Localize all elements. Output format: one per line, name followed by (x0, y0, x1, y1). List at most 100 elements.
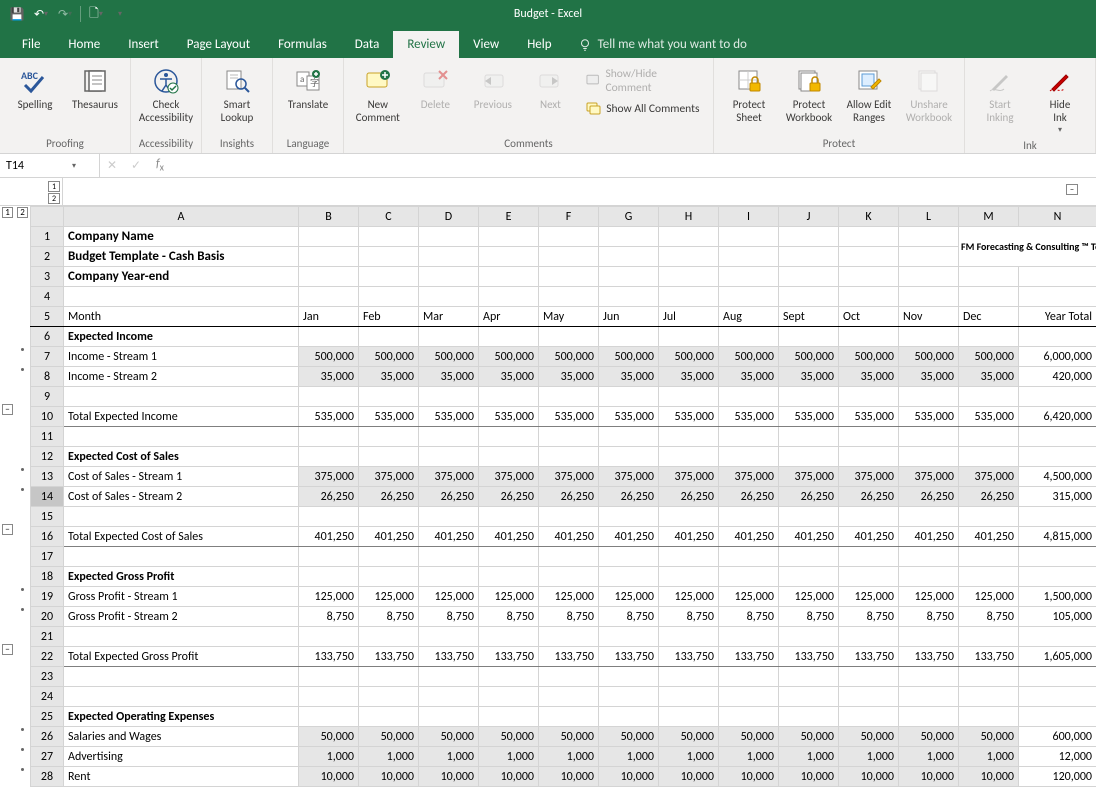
cell[interactable]: 26,250 (719, 487, 779, 507)
row-header-3[interactable]: 3 (31, 267, 64, 287)
row-header-1[interactable]: 1 (31, 227, 64, 247)
new-comment-button[interactable]: New Comment (350, 61, 406, 128)
protect-workbook-button[interactable]: Protect Workbook (780, 61, 838, 128)
cell[interactable]: 500,000 (779, 347, 839, 367)
col-header-A[interactable]: A (64, 207, 299, 227)
cell[interactable]: 133,750 (479, 647, 539, 667)
cell[interactable]: 125,000 (479, 587, 539, 607)
cell[interactable]: 1,000 (659, 747, 719, 767)
cell[interactable]: 401,250 (659, 527, 719, 547)
cell[interactable]: 125,000 (539, 587, 599, 607)
row-header-24[interactable]: 24 (31, 687, 64, 707)
cell-total[interactable]: 4,500,000 (1019, 467, 1096, 487)
cell[interactable]: 10,000 (719, 767, 779, 787)
cell[interactable]: 500,000 (839, 347, 899, 367)
cell[interactable]: 35,000 (359, 367, 419, 387)
cell[interactable]: 535,000 (299, 407, 359, 427)
cell-A18[interactable]: Expected Gross Profit (64, 567, 299, 587)
cell[interactable]: 133,750 (839, 647, 899, 667)
cell[interactable]: 10,000 (299, 767, 359, 787)
cell-total[interactable]: 6,420,000 (1019, 407, 1096, 427)
undo-icon[interactable]: ↶▾ (32, 5, 50, 23)
cell[interactable]: 375,000 (479, 467, 539, 487)
outline-level-2[interactable]: 2 (17, 207, 28, 218)
cell[interactable]: 8,750 (599, 607, 659, 627)
cell[interactable]: 401,250 (719, 527, 779, 547)
cell[interactable]: 35,000 (719, 367, 779, 387)
cell-total[interactable]: 6,000,000 (1019, 347, 1096, 367)
cell[interactable]: 401,250 (479, 527, 539, 547)
cell[interactable]: 133,750 (359, 647, 419, 667)
col-header-M[interactable]: M (959, 207, 1019, 227)
cell-total[interactable]: 1,605,000 (1019, 647, 1096, 667)
cell[interactable]: 375,000 (599, 467, 659, 487)
cell[interactable]: 375,000 (899, 467, 959, 487)
tab-page-layout[interactable]: Page Layout (173, 31, 264, 58)
cell[interactable]: 26,250 (659, 487, 719, 507)
previous-comment-button[interactable]: Previous (465, 61, 521, 116)
cell-A26[interactable]: Salaries and Wages (64, 727, 299, 747)
cell-A22[interactable]: Total Expected Gross Profit (64, 647, 299, 667)
cell[interactable]: 8,750 (419, 607, 479, 627)
cell[interactable]: 133,750 (299, 647, 359, 667)
row-header-9[interactable]: 9 (31, 387, 64, 407)
cell[interactable]: 535,000 (839, 407, 899, 427)
tab-help[interactable]: Help (513, 31, 565, 58)
cell[interactable]: 10,000 (419, 767, 479, 787)
col-header-C[interactable]: C (359, 207, 419, 227)
cell[interactable]: 535,000 (899, 407, 959, 427)
row-header-17[interactable]: 17 (31, 547, 64, 567)
show-hide-comment-button[interactable]: Show/Hide Comment (582, 65, 705, 97)
cell[interactable]: 1,000 (899, 747, 959, 767)
cell-A12[interactable]: Expected Cost of Sales (64, 447, 299, 467)
cell[interactable]: 500,000 (719, 347, 779, 367)
outline-collapse-row-16[interactable]: − (2, 524, 13, 535)
row-header-7[interactable]: 7 (31, 347, 64, 367)
cell[interactable]: 8,750 (959, 607, 1019, 627)
redo-icon[interactable]: ↷▾ (56, 5, 74, 23)
cell[interactable]: 26,250 (839, 487, 899, 507)
tab-formulas[interactable]: Formulas (264, 31, 341, 58)
cell-A17[interactable] (64, 547, 299, 567)
cell[interactable]: 125,000 (359, 587, 419, 607)
cell[interactable]: 401,250 (359, 527, 419, 547)
cell[interactable]: 401,250 (899, 527, 959, 547)
cell[interactable]: 535,000 (719, 407, 779, 427)
outline-level-1[interactable]: 1 (2, 207, 13, 218)
cell-A25[interactable]: Expected Operating Expenses (64, 707, 299, 727)
cell[interactable]: 125,000 (779, 587, 839, 607)
cell-total[interactable]: 315,000 (1019, 487, 1096, 507)
cell[interactable]: 500,000 (659, 347, 719, 367)
col-header-I[interactable]: I (719, 207, 779, 227)
cell[interactable]: 10,000 (539, 767, 599, 787)
cell[interactable]: 10,000 (359, 767, 419, 787)
cell[interactable]: 133,750 (899, 647, 959, 667)
row-header-26[interactable]: 26 (31, 727, 64, 747)
name-box[interactable]: ▾ (0, 154, 100, 177)
outline-col-2[interactable]: 2 (48, 193, 60, 204)
cell[interactable]: 35,000 (959, 367, 1019, 387)
cell[interactable]: 500,000 (419, 347, 479, 367)
smart-lookup-button[interactable]: Smart Lookup (208, 61, 266, 128)
cell-total[interactable]: 420,000 (1019, 367, 1096, 387)
cell-A14[interactable]: Cost of Sales - Stream 2 (64, 487, 299, 507)
allow-edit-ranges-button[interactable]: Allow Edit Ranges (840, 61, 898, 128)
cell[interactable]: 8,750 (539, 607, 599, 627)
row-header-15[interactable]: 15 (31, 507, 64, 527)
cell[interactable]: 401,250 (839, 527, 899, 547)
cell[interactable]: 35,000 (839, 367, 899, 387)
row-header-27[interactable]: 27 (31, 747, 64, 767)
cell[interactable]: 535,000 (959, 407, 1019, 427)
cell[interactable]: 125,000 (419, 587, 479, 607)
cell[interactable]: 500,000 (599, 347, 659, 367)
cell[interactable]: 35,000 (539, 367, 599, 387)
cell[interactable]: 125,000 (659, 587, 719, 607)
cell[interactable]: 401,250 (599, 527, 659, 547)
cell[interactable]: 10,000 (779, 767, 839, 787)
col-header-K[interactable]: K (839, 207, 899, 227)
row-header-14[interactable]: 14 (31, 487, 64, 507)
cell[interactable]: 1,000 (839, 747, 899, 767)
cell[interactable]: 10,000 (839, 767, 899, 787)
cell[interactable]: 8,750 (659, 607, 719, 627)
cell-A24[interactable] (64, 687, 299, 707)
